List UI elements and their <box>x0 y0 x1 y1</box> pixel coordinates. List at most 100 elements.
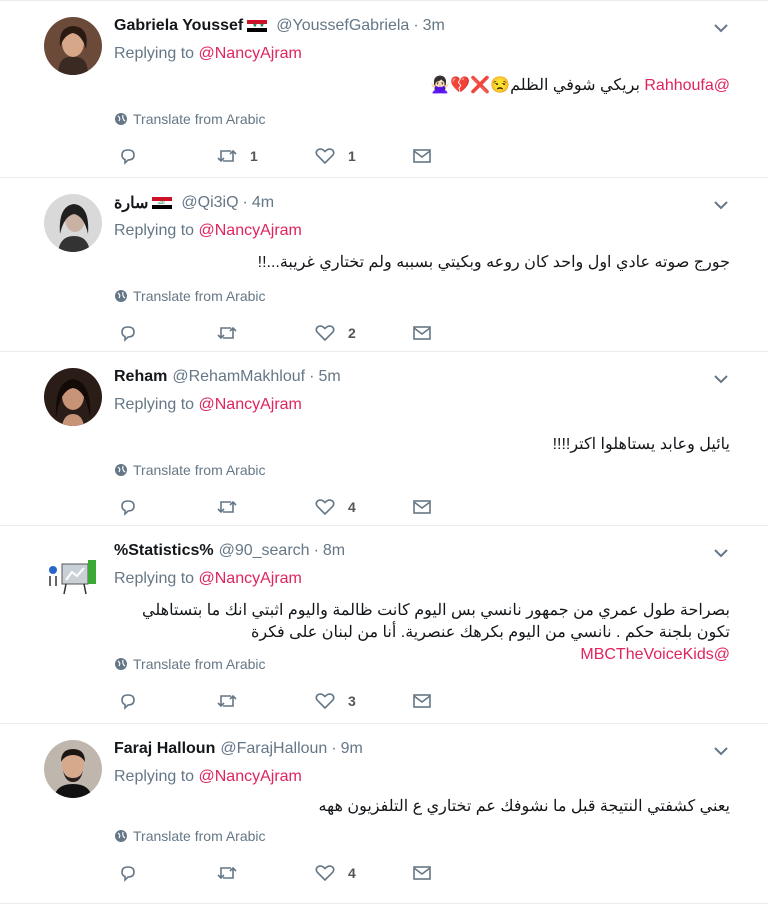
handle[interactable]: @YoussefGabriela <box>276 17 409 35</box>
envelope-icon <box>413 326 431 340</box>
replying-prefix: Replying to <box>114 222 195 239</box>
like-button[interactable]: 2 <box>314 323 356 343</box>
chevron-down-icon[interactable] <box>712 21 730 35</box>
retweet-icon <box>217 500 237 514</box>
tweet[interactable]: Gabriela Youssef ★ ★ @YoussefGabriela · … <box>0 0 768 178</box>
reply-icon <box>121 326 135 342</box>
translate-label: Translate from Arabic <box>133 828 266 844</box>
retweet-button[interactable] <box>216 323 238 343</box>
chevron-down-icon[interactable] <box>712 744 730 758</box>
display-name[interactable]: %Statistics% <box>114 542 214 560</box>
handle[interactable]: @FarajHalloun <box>220 740 327 758</box>
direct-message-button[interactable] <box>412 146 432 166</box>
like-button[interactable]: 3 <box>314 691 356 711</box>
mention-link[interactable]: @NancyAjram <box>199 396 302 413</box>
direct-message-button[interactable] <box>412 691 432 711</box>
globe-icon <box>115 113 127 125</box>
envelope-icon <box>413 694 431 708</box>
timestamp[interactable]: 9m <box>341 740 363 758</box>
reply-button[interactable] <box>118 146 138 166</box>
translate-link[interactable]: Translate from Arabic <box>114 828 266 844</box>
avatar[interactable] <box>44 740 102 798</box>
reply-button[interactable] <box>118 691 138 711</box>
tweet[interactable]: Reham @RehamMakhlouf · 5m Replying to @N… <box>0 352 768 526</box>
tweet-body: بصراحة طول عمري من جمهور نانسي بس اليوم … <box>142 602 730 641</box>
tweet-text: يائيل وعابد يستاهلوا اكتر!!!! <box>110 434 730 456</box>
chevron-down-icon[interactable] <box>712 372 730 386</box>
direct-message-button[interactable] <box>412 863 432 883</box>
like-button[interactable]: 4 <box>314 863 356 883</box>
translate-link[interactable]: Translate from Arabic <box>114 656 266 672</box>
tweet-body: يعني كشفتي النتيجة قبل ما نشوفك عم تختار… <box>318 798 730 815</box>
mention-link[interactable]: @NancyAjram <box>199 768 302 785</box>
direct-message-button[interactable] <box>412 323 432 343</box>
mention-link[interactable]: @MBCTheVoiceKids <box>580 646 730 663</box>
replying-to: Replying to @NancyAjram <box>114 768 302 786</box>
mention-link[interactable]: @NancyAjram <box>199 570 302 587</box>
chevron-down-icon[interactable] <box>712 546 730 560</box>
mention-link[interactable]: @NancyAjram <box>199 45 302 62</box>
heart-icon <box>315 325 335 342</box>
retweet-icon <box>217 326 237 340</box>
tweet-header: سارة الله @Qi3iQ · 4m <box>114 192 274 214</box>
tweet[interactable]: %Statistics% @90_search · 8m Replying to… <box>0 526 768 724</box>
handle[interactable]: @RehamMakhlouf <box>172 368 305 386</box>
timestamp[interactable]: 8m <box>323 542 345 560</box>
display-name[interactable]: Gabriela Youssef <box>114 17 243 35</box>
tweet-header: %Statistics% @90_search · 8m <box>114 540 345 562</box>
replying-prefix: Replying to <box>114 45 195 62</box>
mention-link[interactable]: @NancyAjram <box>199 222 302 239</box>
avatar[interactable] <box>44 17 102 75</box>
direct-message-button[interactable] <box>412 497 432 517</box>
retweet-button[interactable] <box>216 497 238 517</box>
avatar[interactable] <box>44 368 102 426</box>
like-count: 3 <box>348 693 356 709</box>
replies-feed: Gabriela Youssef ★ ★ @YoussefGabriela · … <box>0 0 768 911</box>
like-button[interactable]: 1 <box>314 146 356 166</box>
chevron-down-icon[interactable] <box>712 198 730 212</box>
heart-icon <box>315 865 335 882</box>
reply-icon <box>121 500 135 516</box>
heart-icon <box>315 499 335 516</box>
handle[interactable]: @Qi3iQ <box>181 194 238 212</box>
replying-to: Replying to @NancyAjram <box>114 222 302 240</box>
timestamp[interactable]: 5m <box>318 368 340 386</box>
timestamp[interactable]: 4m <box>252 194 274 212</box>
separator-dot: · <box>313 542 319 559</box>
tweet[interactable]: سارة الله @Qi3iQ · 4m Replying to @Nancy… <box>0 178 768 352</box>
avatar[interactable] <box>44 542 102 600</box>
tweet-text: جورج صوته عادي اول واحد كان روعه وبكيتي … <box>110 252 730 274</box>
reply-button[interactable] <box>118 863 138 883</box>
tweet-actions: 2 <box>114 323 444 347</box>
tweet-body: بريكي شوفي الظلم😒❌💔🙅🏻‍♀️ <box>430 77 640 94</box>
retweet-button[interactable] <box>216 863 238 883</box>
timestamp[interactable]: 3m <box>423 17 445 35</box>
tweet-text: @Rahhoufa بريكي شوفي الظلم😒❌💔🙅🏻‍♀️ <box>110 75 730 97</box>
avatar[interactable] <box>44 194 102 252</box>
reply-button[interactable] <box>118 497 138 517</box>
tweet-header: Reham @RehamMakhlouf · 5m <box>114 366 341 388</box>
reply-icon <box>121 149 135 165</box>
retweet-button[interactable]: 1 <box>216 146 258 166</box>
translate-link[interactable]: Translate from Arabic <box>114 462 266 478</box>
mention-link[interactable]: @Rahhoufa <box>644 77 730 94</box>
translate-link[interactable]: Translate from Arabic <box>114 288 266 304</box>
retweet-count: 1 <box>250 148 258 164</box>
display-name[interactable]: Reham <box>114 368 167 386</box>
translate-label: Translate from Arabic <box>133 111 266 127</box>
handle[interactable]: @90_search <box>219 542 310 560</box>
translate-link[interactable]: Translate from Arabic <box>114 111 266 127</box>
reply-button[interactable] <box>118 323 138 343</box>
globe-icon <box>115 830 127 842</box>
display-name[interactable]: سارة <box>114 193 148 213</box>
retweet-button[interactable] <box>216 691 238 711</box>
tweet-body: جورج صوته عادي اول واحد كان روعه وبكيتي … <box>257 254 730 271</box>
like-button[interactable]: 4 <box>314 497 356 517</box>
tweet-actions: 4 <box>114 497 444 521</box>
display-name[interactable]: Faraj Halloun <box>114 740 215 758</box>
globe-icon <box>115 464 127 476</box>
tweet[interactable]: Faraj Halloun @FarajHalloun · 9m Replyin… <box>0 724 768 904</box>
globe-icon <box>115 290 127 302</box>
translate-label: Translate from Arabic <box>133 288 266 304</box>
tweet-body: يائيل وعابد يستاهلوا اكتر!!!! <box>552 436 730 453</box>
